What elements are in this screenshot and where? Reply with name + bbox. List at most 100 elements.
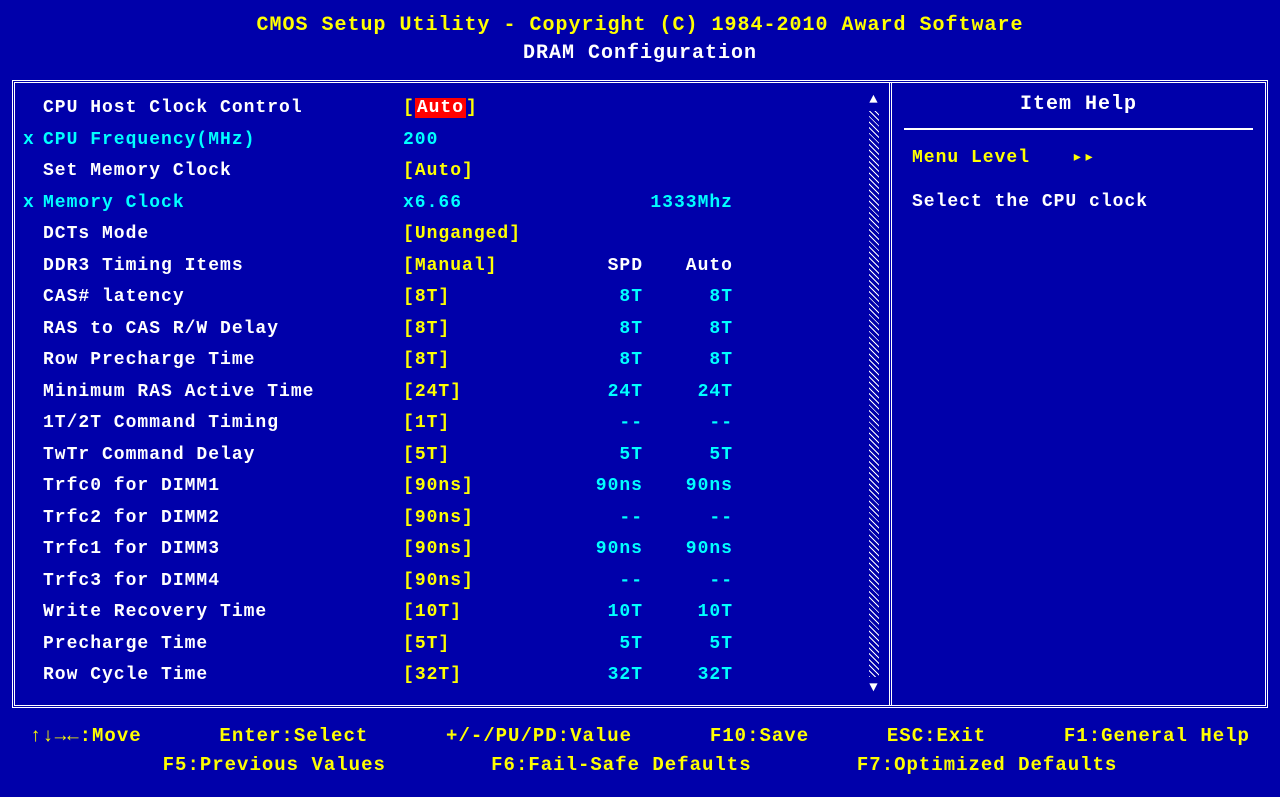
setting-row[interactable]: DDR3 Timing Items[Manual]SPDAuto: [23, 251, 881, 283]
setting-label: Trfc1 for DIMM3: [43, 534, 403, 566]
setting-row[interactable]: 1T/2T Command Timing[1T]----: [23, 408, 881, 440]
auto-value: 8T: [643, 314, 733, 346]
setting-row[interactable]: Trfc3 for DIMM4[90ns]----: [23, 566, 881, 598]
setting-row[interactable]: RAS to CAS R/W Delay[8T]8T8T: [23, 314, 881, 346]
setting-row[interactable]: DCTs Mode[Unganged]: [23, 219, 881, 251]
setting-label: CAS# latency: [43, 282, 403, 314]
header-title-2: DRAM Configuration: [0, 40, 1280, 68]
footer: ↑↓→←:Move Enter:Select +/-/PU/PD:Value F…: [0, 716, 1280, 785]
auto-value: 5T: [643, 629, 733, 661]
setting-row[interactable]: Set Memory Clock[Auto]: [23, 156, 881, 188]
menu-level-label: Menu Level: [912, 148, 1030, 168]
setting-value[interactable]: [8T]: [403, 314, 553, 346]
setting-value[interactable]: [90ns]: [403, 534, 553, 566]
footer-line-1: ↑↓→←:Move Enter:Select +/-/PU/PD:Value F…: [30, 722, 1250, 751]
setting-row[interactable]: Trfc0 for DIMM1[90ns]90ns90ns: [23, 471, 881, 503]
setting-row[interactable]: Write Recovery Time[10T]10T10T: [23, 597, 881, 629]
auto-value: 8T: [643, 345, 733, 377]
setting-value[interactable]: [10T]: [403, 597, 553, 629]
setting-row[interactable]: Precharge Time[5T]5T5T: [23, 629, 881, 661]
setting-row[interactable]: xMemory Clock x6.661333Mhz: [23, 188, 881, 220]
setting-value[interactable]: [90ns]: [403, 566, 553, 598]
scroll-down-icon[interactable]: ▼: [869, 681, 878, 695]
setting-value[interactable]: [24T]: [403, 377, 553, 409]
scrollbar-track[interactable]: [869, 111, 879, 677]
row-marker: x: [23, 125, 43, 157]
setting-label: Row Precharge Time: [43, 345, 403, 377]
bios-header: CMOS Setup Utility - Copyright (C) 1984-…: [0, 0, 1280, 76]
hint-help: F1:General Help: [1064, 722, 1250, 751]
auto-value: --: [643, 408, 733, 440]
setting-row[interactable]: xCPU Frequency(MHz) 200: [23, 125, 881, 157]
setting-value[interactable]: [Auto]: [403, 93, 553, 125]
spd-value: 8T: [553, 314, 643, 346]
hint-failsafe: F6:Fail-Safe Defaults: [491, 751, 751, 780]
setting-value[interactable]: [90ns]: [403, 471, 553, 503]
auto-value: 8T: [643, 282, 733, 314]
setting-row[interactable]: Trfc1 for DIMM3[90ns]90ns90ns: [23, 534, 881, 566]
auto-value: --: [643, 503, 733, 535]
setting-value[interactable]: [8T]: [403, 345, 553, 377]
auto-value: 5T: [643, 440, 733, 472]
setting-row[interactable]: CPU Host Clock Control[Auto]: [23, 93, 881, 125]
setting-label: Set Memory Clock: [43, 156, 403, 188]
setting-label: CPU Host Clock Control: [43, 93, 403, 125]
setting-label: 1T/2T Command Timing: [43, 408, 403, 440]
spd-value: 10T: [553, 597, 643, 629]
hint-value: +/-/PU/PD:Value: [446, 722, 632, 751]
setting-label: Trfc3 for DIMM4: [43, 566, 403, 598]
setting-value[interactable]: [5T]: [403, 629, 553, 661]
setting-label: Trfc2 for DIMM2: [43, 503, 403, 535]
setting-row[interactable]: TwTr Command Delay[5T]5T5T: [23, 440, 881, 472]
setting-value[interactable]: [1T]: [403, 408, 553, 440]
setting-row[interactable]: Row Precharge Time[8T]8T8T: [23, 345, 881, 377]
auto-value: 10T: [643, 597, 733, 629]
menu-level-arrows-icon: ▸▸: [1072, 148, 1096, 168]
hint-save: F10:Save: [710, 722, 809, 751]
setting-value[interactable]: [Auto]: [403, 156, 553, 188]
help-panel: Item Help Menu Level ▸▸ Select the CPU c…: [889, 83, 1265, 705]
setting-value[interactable]: 200: [403, 125, 553, 157]
setting-row[interactable]: Minimum RAS Active Time[24T]24T24T: [23, 377, 881, 409]
scrollbar[interactable]: ▲ ▼: [867, 93, 881, 695]
spd-value: 90ns: [553, 471, 643, 503]
setting-value[interactable]: x6.66: [403, 188, 553, 220]
spd-value: --: [553, 503, 643, 535]
setting-label: CPU Frequency(MHz): [43, 125, 403, 157]
main-panel: CPU Host Clock Control[Auto]xCPU Frequen…: [12, 80, 1268, 708]
hint-optimized: F7:Optimized Defaults: [857, 751, 1117, 780]
hint-select: Enter:Select: [219, 722, 368, 751]
spd-value: 8T: [553, 282, 643, 314]
row-marker: x: [23, 188, 43, 220]
footer-line-2: F5:Previous Values F6:Fail-Safe Defaults…: [30, 751, 1250, 780]
setting-row[interactable]: Row Cycle Time[32T]32T32T: [23, 660, 881, 692]
setting-value[interactable]: [5T]: [403, 440, 553, 472]
setting-label: RAS to CAS R/W Delay: [43, 314, 403, 346]
setting-value[interactable]: [8T]: [403, 282, 553, 314]
setting-label: Write Recovery Time: [43, 597, 403, 629]
auto-value: 90ns: [643, 471, 733, 503]
spd-value: 5T: [553, 440, 643, 472]
scroll-up-icon[interactable]: ▲: [869, 93, 878, 107]
spd-value: 8T: [553, 345, 643, 377]
setting-value[interactable]: [90ns]: [403, 503, 553, 535]
setting-label: Precharge Time: [43, 629, 403, 661]
spd-value: --: [553, 566, 643, 598]
hint-previous: F5:Previous Values: [163, 751, 386, 780]
spd-value: --: [553, 408, 643, 440]
settings-panel: CPU Host Clock Control[Auto]xCPU Frequen…: [15, 83, 889, 705]
setting-label: DDR3 Timing Items: [43, 251, 403, 283]
setting-value[interactable]: [Manual]: [403, 251, 553, 283]
setting-value[interactable]: [Unganged]: [403, 219, 553, 251]
auto-value: --: [643, 566, 733, 598]
spd-value: 32T: [553, 660, 643, 692]
setting-row[interactable]: Trfc2 for DIMM2[90ns]----: [23, 503, 881, 535]
setting-value[interactable]: [32T]: [403, 660, 553, 692]
setting-row[interactable]: CAS# latency[8T]8T8T: [23, 282, 881, 314]
setting-label: TwTr Command Delay: [43, 440, 403, 472]
setting-label: Memory Clock: [43, 188, 403, 220]
spd-value: 24T: [553, 377, 643, 409]
hint-exit: ESC:Exit: [887, 722, 986, 751]
auto-value: 24T: [643, 377, 733, 409]
settings-list[interactable]: CPU Host Clock Control[Auto]xCPU Frequen…: [23, 93, 881, 692]
